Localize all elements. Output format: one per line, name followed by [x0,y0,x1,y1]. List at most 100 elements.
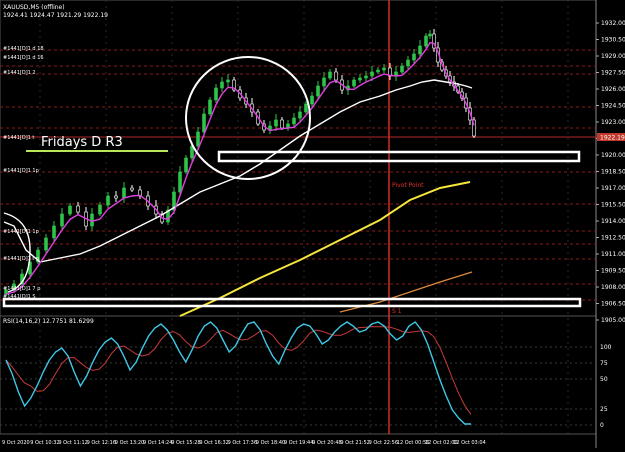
level-tag: #1441[D]1 7 p [3,286,40,292]
rsi-level-label: 0 [600,422,604,429]
level-tag: #1441[D]1 d 18 [3,46,44,52]
candle-body [44,237,48,251]
candle-body [316,85,320,97]
time-axis-label: 9 Oct 16:32 [199,440,228,446]
candle-body [196,131,200,147]
candle-body [280,119,284,129]
rsi-level-label: 100 [600,344,612,351]
price-axis-ticks: 1932.00 1930.50 1929.00 1927.50 1926.00 1924.… [596,20,625,324]
candle-body [406,59,410,67]
mt4-chart-window[interactable]: Fridays D R3 Pivot Point S 1 XAUUSD,M5 (… [0,0,625,448]
rsi-level-label: 75 [600,360,608,367]
candle-body [310,95,314,105]
candle-body [418,45,422,55]
time-axis-label: 9 Oct 19:44 [284,440,313,446]
candle-body [60,213,64,227]
ohlc-readout: 1924.41 1924.47 1921.29 1922.19 [3,12,108,19]
rsi-panel-frame [0,315,597,435]
candle-body [292,117,296,125]
time-axis-label: 9 Oct 13:20 [115,440,144,446]
price-tick-label: 1923.00 [601,119,625,126]
price-tick-label: 1918.50 [601,169,625,176]
candle-body [130,187,134,191]
price-tick-label: 1915.50 [601,202,625,209]
level-tag: #1441[D]1 1p [3,229,39,235]
candle-body [90,213,94,227]
time-axis-label: 9 Oct 14:24 [143,440,172,446]
candle-body [214,87,218,101]
candle-body [428,33,432,37]
price-tick-label: 1909.50 [601,268,625,275]
time-axis-label: 9 Oct 18:40 [256,440,285,446]
time-axis-label: 9 Oct 10:32 [30,440,59,446]
vertical-grid-lines [39,0,569,434]
level-tag: #1441[D]1 d 16 [3,55,44,61]
candle-body [226,79,230,83]
candle-body [220,81,224,89]
price-tick-label: 1911.00 [601,251,625,258]
candle-body [304,103,308,113]
candle-body [358,77,362,81]
fridays-r3-label: Fridays D R3 [41,135,123,150]
level-tag: #1441[D]1 t p [3,256,39,262]
candle-body [184,157,188,173]
candle-body [412,53,416,61]
rsi-level-label: 25 [600,406,608,413]
rsi-level-label: 50 [600,376,608,383]
level-tag: #1441[D]1 t [3,135,34,141]
candle-body [68,205,72,215]
main-chart-frame [0,0,597,317]
candle-body [364,75,368,79]
time-axis-label: 9 Oct 22:56 [369,440,398,446]
candle-body [400,65,404,73]
candle-body [52,225,56,239]
level-tag: #1441[D]1 S [3,294,36,300]
price-tick-label: 1920.00 [601,152,625,159]
candle-body [370,71,374,77]
support-highlight-box [2,297,582,308]
price-tick-label: 1914.00 [601,218,625,225]
price-tick-label: 1926.00 [601,86,625,93]
candlestick-series [4,29,476,296]
price-tick-label: 1917.00 [601,185,625,192]
rsi-label: RSI(14,16,2) 12.7751 81.6299 [3,318,94,325]
candle-body [424,35,428,47]
candle-body [298,111,302,119]
price-tick-label: 1912.50 [601,235,625,242]
candle-body [322,77,326,87]
level-tags: #1441[D]1 d 18 #1441[D]1 d 16 #1441[D]1 2 #… [3,46,44,300]
price-tick-label: 1930.50 [601,37,625,44]
candle-body [352,79,356,87]
price-tick-label: 1929.00 [601,53,625,60]
time-axis-label: 9 Oct 11:12 [58,440,87,446]
time-axis: 9 Oct 2020 9 Oct 10:329 Oct 11:129 Oct 12… [2,440,486,446]
s1-label: S 1 [392,308,402,315]
level-tag: #1441[D]1 2 [3,70,36,76]
candle-body [202,113,206,133]
time-axis-label: 9 Oct 17:36 [228,440,257,446]
price-tick-label: 1908.00 [601,284,625,291]
candle-body [98,204,102,215]
candle-body [274,119,278,127]
level-tag: #1441[D]1 1p [3,168,39,174]
price-tick-label: 1932.00 [601,20,625,27]
time-axis-label: 12 Oct 03:04 [453,440,486,446]
symbol-title: XAUUSD,M5 (offline) [3,4,65,11]
candle-body [106,195,110,206]
time-axis-label: 9 Oct 12:16 [87,440,116,446]
candle-body [376,69,380,73]
time-axis-label: 9 Oct 21:52 [340,440,369,446]
candle-body [208,99,212,115]
time-axis-label: 9 Oct 2020 [2,440,30,446]
candle-body [76,205,80,213]
candle-body [114,195,118,199]
time-axis-label: 9 Oct 15:28 [171,440,200,446]
time-axis-label: 9 Oct 20:48 [312,440,341,446]
candle-body [178,171,182,193]
price-tick-label: 1906.50 [601,301,625,308]
left-highlight-arc [3,212,31,293]
candle-body [122,187,126,199]
price-tick-label: 1924.50 [601,103,625,110]
candle-body [334,71,338,81]
price-chart-canvas[interactable]: Fridays D R3 Pivot Point S 1 XAUUSD,M5 (… [0,0,625,448]
